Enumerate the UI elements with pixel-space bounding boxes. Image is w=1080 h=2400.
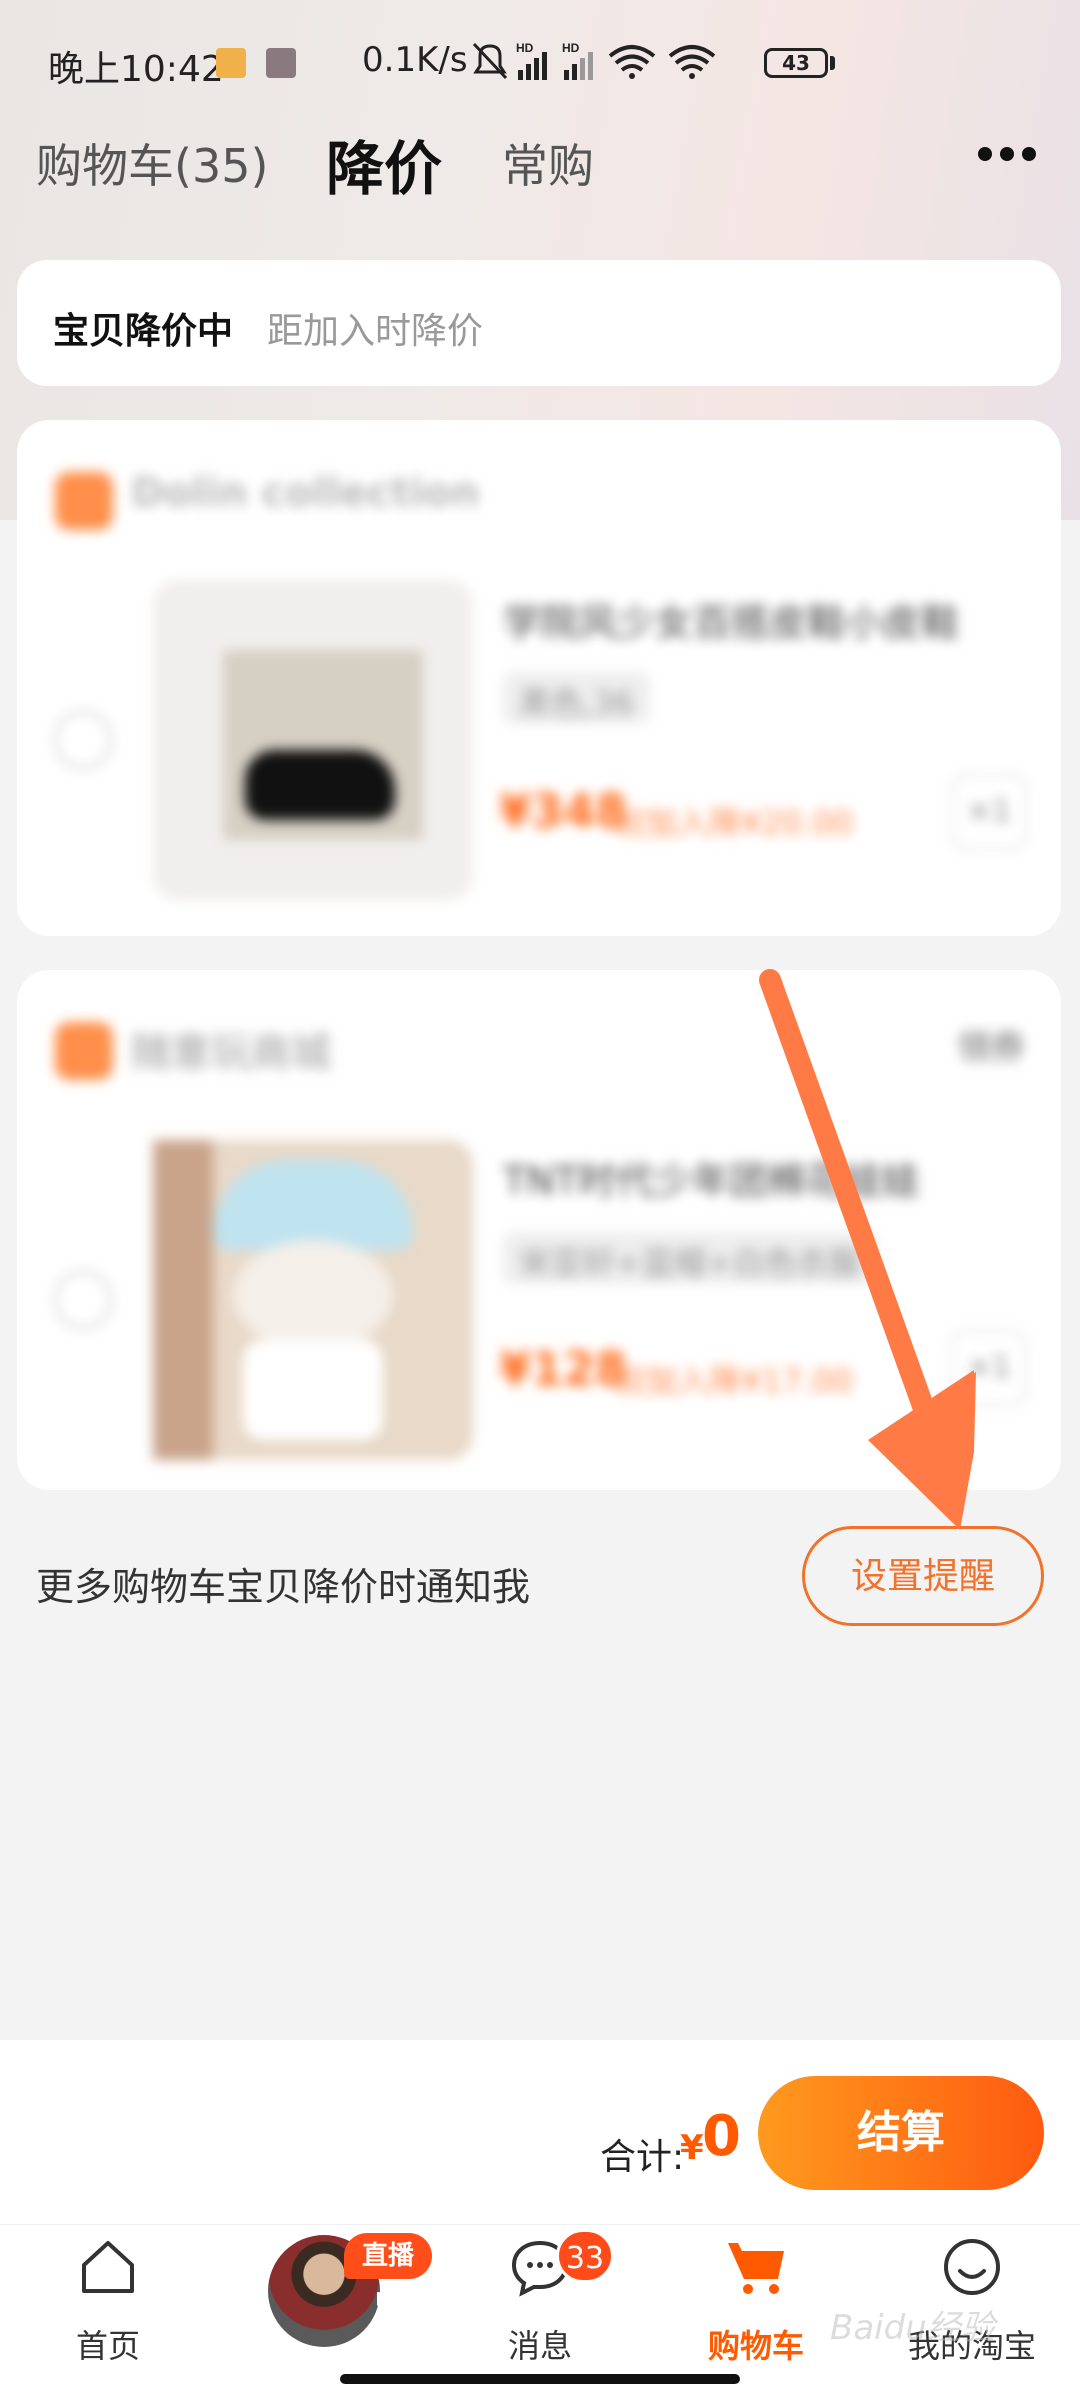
product-sku[interactable]: 黑色,36 [503, 672, 650, 724]
tab-price-drop[interactable]: 降价 [326, 122, 442, 206]
nav-home-label: 首页 [75, 2327, 140, 2365]
banner-title: 宝贝降价中 [53, 311, 234, 352]
svg-text:HD: HD [562, 41, 580, 55]
nav-live[interactable]: 直播中 [216, 2225, 432, 2375]
status-bar: 晚上10:42 0.1K/s HD HD 43 [0, 0, 1080, 130]
shop-card: Dolin collection 学院风少女百搭皮鞋小皮鞋 黑色,36 ¥348… [17, 420, 1061, 936]
nav-messages-label: 消息 [507, 2327, 572, 2365]
notification-icon [216, 48, 246, 78]
profile-icon [944, 2239, 1000, 2295]
status-time: 晚上10:42 [48, 49, 224, 90]
select-radio[interactable] [53, 710, 113, 770]
watermark: Baidu经验 [830, 2308, 995, 2348]
net-speed: 0.1K/s [362, 40, 468, 80]
product-thumbnail[interactable] [153, 1140, 473, 1460]
tab-cart[interactable]: 购物车(35) [36, 130, 268, 196]
product-price: ¥128 [499, 1342, 628, 1396]
product-price: ¥348 [499, 784, 628, 838]
total-currency: ¥ [680, 2128, 704, 2168]
shop-name[interactable]: Dolin collection [131, 470, 480, 516]
nav-messages[interactable]: 33 消息 [432, 2225, 648, 2375]
svg-text:HD: HD [516, 41, 534, 55]
product-title[interactable]: TNT时代少年团棉花娃娃 [503, 1150, 920, 1205]
shop-logo [55, 472, 113, 530]
product-title[interactable]: 学院风少女百搭皮鞋小皮鞋 [503, 592, 959, 647]
banner-subtitle: 距加入时降价 [267, 311, 484, 352]
shop-card: 随意玩商城 领券 TNT时代少年团棉花娃娃 宋亚轩+蓝帽+白色衣服 ¥128 较… [17, 970, 1061, 1490]
cart-icon [728, 2243, 784, 2294]
product-thumbnail[interactable] [153, 580, 473, 900]
notification-icon [266, 48, 296, 78]
signal-wifi-icons: HD HD [472, 41, 716, 80]
checkout-bar: 合计: ¥ 0 结算 [0, 2040, 1080, 2224]
more-options-icon[interactable] [978, 146, 1044, 176]
battery-tip [830, 56, 835, 70]
home-icon [82, 2241, 134, 2293]
price-drop-note: 较加入降¥17.00 [613, 1362, 853, 1400]
battery-icon: 43 [764, 48, 828, 78]
notify-text: 更多购物车宝贝降价时通知我 [36, 1565, 531, 1609]
live-badge: 直播中 [344, 2233, 432, 2317]
message-badge: 33 [556, 2229, 614, 2283]
coupon-link[interactable]: 领券 [957, 1020, 1025, 1069]
shop-name[interactable]: 随意玩商城 [131, 1020, 331, 1078]
set-reminder-button[interactable]: 设置提醒 [802, 1526, 1044, 1626]
price-drop-note: 较加入降¥20.00 [613, 804, 853, 842]
product-sku[interactable]: 宋亚轩+蓝帽+白色衣服 [503, 1232, 877, 1284]
quantity-stepper[interactable]: ×1 [951, 774, 1027, 850]
total-amount: 0 [702, 2104, 741, 2169]
price-drop-banner: 宝贝降价中 距加入时降价 [17, 260, 1061, 386]
total-label: 合计: [600, 2137, 685, 2178]
home-indicator[interactable] [340, 2374, 740, 2384]
nav-home[interactable]: 首页 [0, 2225, 216, 2375]
tab-frequent[interactable]: 常购 [502, 130, 594, 196]
checkout-button[interactable]: 结算 [758, 2076, 1044, 2190]
select-radio[interactable] [53, 1270, 113, 1330]
quantity-stepper[interactable]: ×1 [951, 1330, 1027, 1406]
shop-logo [55, 1022, 113, 1080]
